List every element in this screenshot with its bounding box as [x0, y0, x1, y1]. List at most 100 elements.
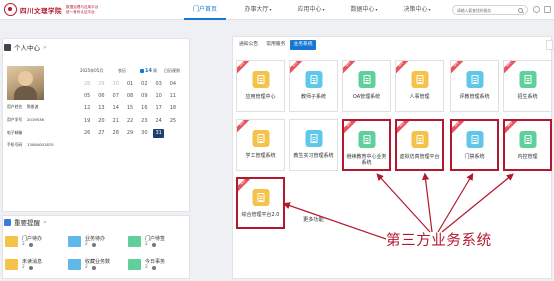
tab[interactable]: 常用服务	[263, 40, 288, 50]
calendar-day-today[interactable]: 31	[152, 129, 165, 139]
system-tile[interactable]: NEW 学工管理系统	[236, 119, 285, 171]
new-ribbon: NEW	[237, 120, 250, 133]
tab[interactable]: 通知公告	[236, 40, 261, 50]
system-tile[interactable]: NEW 虚拟仿真管理平台	[395, 119, 444, 171]
logo[interactable]: 四川文理学院 数据治理与应用平台 统一身份认证平台	[4, 3, 98, 16]
system-tile[interactable]: NEW 内控管理	[503, 119, 552, 171]
logo-emblem-icon	[4, 3, 17, 16]
calendar-day[interactable]: 04	[167, 80, 178, 89]
reminder-color-icon	[68, 236, 81, 247]
tab[interactable]: 业务系统	[290, 40, 316, 50]
search-input[interactable]	[457, 7, 518, 13]
calendar-day[interactable]: 29	[124, 129, 135, 138]
system-tile[interactable]: 教生实习管理系统	[289, 119, 338, 171]
calendar-lunar[interactable]: 农历	[118, 68, 126, 74]
calendar-day[interactable]: 16	[139, 104, 150, 113]
annotation-label: 第三方业务系统	[386, 233, 492, 249]
calendar-day[interactable]: 05	[82, 92, 93, 101]
calendar-day[interactable]: 26	[82, 129, 93, 138]
calendar-day[interactable]: 22	[124, 117, 135, 126]
document-icon	[305, 130, 322, 147]
bell-icon	[4, 218, 11, 226]
chevron-down-icon: ▾	[375, 7, 378, 12]
system-tile[interactable]: NEW 继续教育中心业务系统	[342, 119, 391, 171]
person-icon	[152, 242, 156, 247]
system-tile[interactable]: NEW 招生系统	[503, 60, 552, 112]
nav-item[interactable]: 应用中心▾	[290, 0, 332, 20]
more-functions-link[interactable]: 更多功能	[303, 216, 324, 223]
calendar-day[interactable]: 13	[96, 104, 107, 113]
reminder-color-icon	[128, 259, 141, 270]
system-tile[interactable]: NEW 门禁系统	[450, 119, 499, 171]
person-icon	[92, 242, 96, 247]
calendar-day[interactable]: 21	[110, 117, 121, 126]
search-box[interactable]	[452, 5, 528, 15]
calendar-day[interactable]: 30	[139, 129, 150, 138]
calendar-day[interactable]: 29	[96, 80, 107, 89]
calendar-day[interactable]: 01	[124, 80, 135, 89]
calendar-day[interactable]: 20	[96, 117, 107, 126]
reminder-card[interactable]: 收藏业务数 2	[68, 257, 118, 277]
calendar-month: 2025年05月	[80, 68, 104, 73]
new-ribbon: NEW	[290, 61, 303, 74]
nav-item[interactable]: 数据中心▾	[343, 0, 385, 20]
tile-label: 应用管理中心	[245, 94, 276, 100]
nav-item[interactable]: 决策中心▾	[396, 0, 438, 20]
calendar-day[interactable]: 25	[167, 117, 178, 126]
reminder-label: 门户待办	[22, 236, 43, 242]
reminder-card[interactable]: 门户待办 2	[5, 234, 55, 254]
calendar-day[interactable]: 02	[139, 80, 150, 89]
calendar-day[interactable]: 30	[110, 80, 121, 89]
calendar-grid: 28 29 30 01 02 03 04 05 06 07 08 09 10 11 12 13 14 15 16 17…	[80, 78, 180, 140]
calendar-day[interactable]: 11	[167, 92, 178, 101]
calendar-day[interactable]: 17	[153, 104, 164, 113]
new-ribbon: NEW	[238, 179, 251, 192]
tile-label: 教师子系统	[300, 94, 326, 100]
reminder-card[interactable]: 今日事务 2	[128, 257, 178, 277]
calendar-day[interactable]: 09	[139, 92, 150, 101]
calendar-day[interactable]: 10	[153, 92, 164, 101]
system-tile[interactable]: NEW 人事管理	[395, 60, 444, 112]
calendar-day[interactable]: 07	[110, 92, 121, 101]
logo-name: 四川文理学院	[20, 6, 62, 15]
reminder-card[interactable]: 门户待签 2	[128, 234, 178, 254]
calendar-day[interactable]: 14	[110, 104, 121, 113]
calendar-day[interactable]: 15	[124, 104, 135, 113]
system-tile[interactable]: NEW 应用管理中心	[236, 60, 285, 112]
calendar-day[interactable]: 24	[153, 117, 164, 126]
nav-item[interactable]: 办事大厅▾	[237, 0, 279, 20]
calendar-day[interactable]: 23	[139, 117, 150, 126]
search-icon[interactable]	[518, 7, 523, 13]
calendar-day[interactable]: 12	[82, 104, 93, 113]
reminders-title: 重要提醒 »	[4, 217, 47, 227]
calendar-day[interactable]: 19	[82, 117, 93, 126]
info-row: 用户姓名 陈俊波	[7, 104, 38, 110]
new-ribbon: NEW	[343, 61, 356, 74]
calendar-day[interactable]: 08	[124, 92, 135, 101]
system-tile[interactable]: NEW OA管理系统	[342, 60, 391, 112]
top-header: 四川文理学院 数据治理与应用平台 统一身份认证平台 门户首页 办事大厅▾ 应用中心▾…	[0, 0, 554, 20]
menu-icon[interactable]	[544, 6, 551, 13]
calendar-day[interactable]: 18	[167, 104, 178, 113]
calendar-day[interactable]: 03	[153, 80, 164, 89]
system-tile[interactable]: NEW 综合管理平台2.0	[236, 177, 285, 229]
user-icon[interactable]	[533, 6, 540, 13]
chevron-right-icon[interactable]: »	[43, 219, 47, 226]
collapse-handle[interactable]	[546, 40, 553, 50]
calendar-day[interactable]: 27	[96, 129, 107, 138]
system-tile[interactable]: NEW 评教管理系统	[450, 60, 499, 112]
reminder-card[interactable]: 业务待办 2	[68, 234, 118, 254]
reminder-card[interactable]: 未读消息 2	[5, 257, 55, 277]
calendar-day[interactable]: 28	[110, 129, 121, 138]
nav-item[interactable]: 门户首页	[184, 0, 226, 20]
calendar-day[interactable]: 28	[82, 80, 93, 89]
document-icon	[519, 131, 536, 148]
calendar-day[interactable]: 06	[96, 92, 107, 101]
document-icon	[358, 131, 375, 148]
info-label: 手机号码	[7, 142, 23, 148]
logo-subtitle: 数据治理与应用平台 统一身份认证平台	[66, 5, 99, 14]
new-ribbon: NEW	[505, 121, 518, 134]
chevron-right-icon[interactable]: »	[43, 44, 47, 51]
system-tile[interactable]: NEW 教师子系统	[289, 60, 338, 112]
calendar-rules[interactable]: 日历规则	[164, 68, 180, 74]
